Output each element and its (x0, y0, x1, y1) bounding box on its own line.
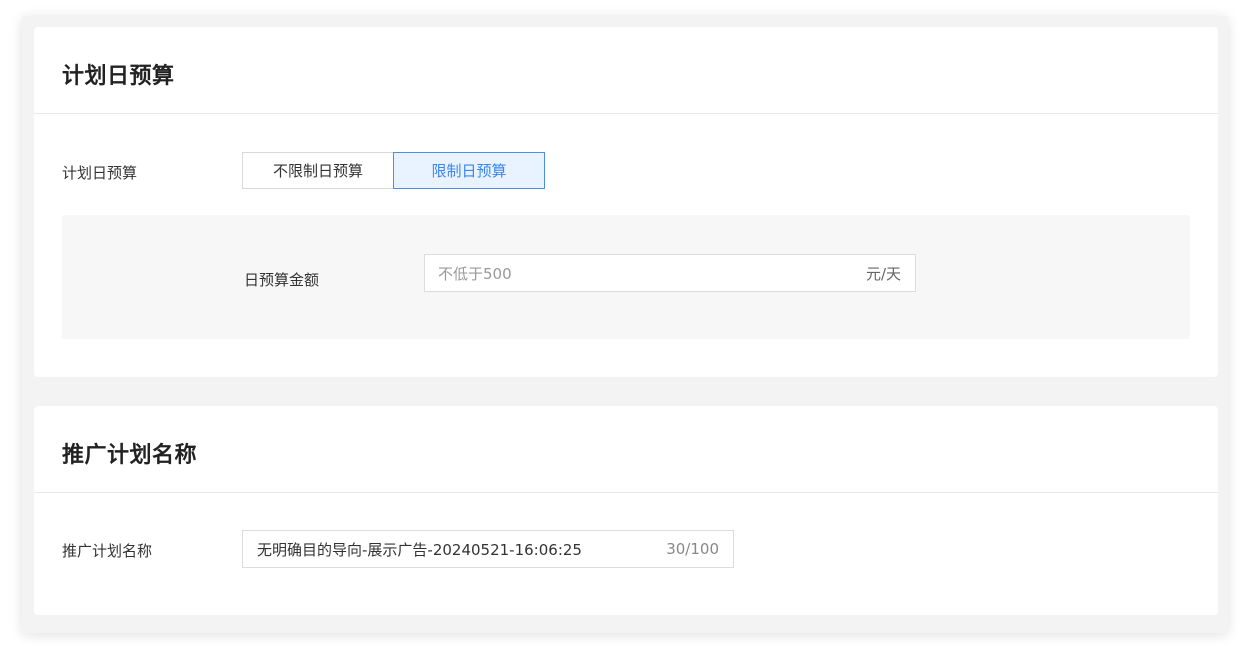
daily-budget-card: 计划日预算 计划日预算 不限制日预算 限制日预算 日预算金额 不低于500 元/… (34, 27, 1218, 377)
budget-amount-input[interactable]: 不低于500 元/天 (424, 254, 916, 292)
budget-amount-placeholder: 不低于500 (438, 264, 512, 283)
plan-name-title: 推广计划名称 (62, 443, 198, 468)
page-background: 计划日预算 计划日预算 不限制日预算 限制日预算 日预算金额 不低于500 元/… (22, 16, 1228, 633)
divider (34, 113, 1218, 114)
budget-mode-segmented-control: 不限制日预算 限制日预算 (242, 152, 545, 189)
budget-unit-suffix: 元/天 (865, 264, 901, 283)
plan-name-value: 无明确目的导向-展示广告-20240521-16:06:25 (257, 540, 582, 559)
limited-budget-option[interactable]: 限制日预算 (393, 152, 545, 189)
plan-name-char-count: 30/100 (666, 540, 719, 558)
divider (34, 492, 1218, 493)
budget-amount-label: 日预算金额 (244, 271, 320, 289)
daily-budget-field-label: 计划日预算 (62, 164, 138, 182)
plan-name-field-label: 推广计划名称 (62, 542, 153, 560)
plan-name-input[interactable]: 无明确目的导向-展示广告-20240521-16:06:25 30/100 (242, 530, 734, 568)
budget-amount-panel: 日预算金额 不低于500 元/天 (62, 215, 1190, 339)
plan-name-card: 推广计划名称 推广计划名称 无明确目的导向-展示广告-20240521-16:0… (34, 406, 1218, 615)
daily-budget-title: 计划日预算 (62, 64, 175, 89)
unlimited-budget-option[interactable]: 不限制日预算 (242, 152, 394, 189)
